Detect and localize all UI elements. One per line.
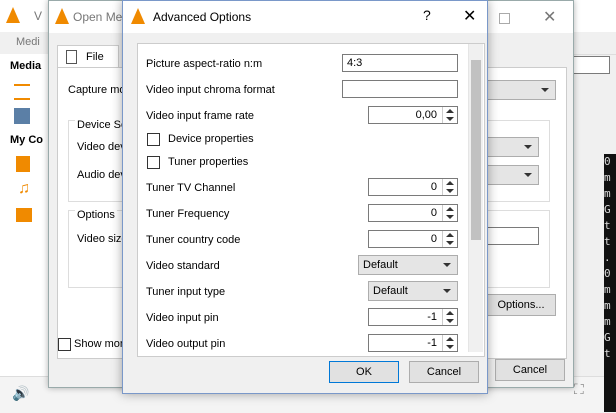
frame-rate-label: Video input frame rate <box>146 110 255 122</box>
vlc-right-text-field[interactable] <box>572 56 610 74</box>
frame-rate-spinbox[interactable]: 0,00 <box>368 106 458 124</box>
terminal-line: t <box>604 347 611 360</box>
spin-buttons[interactable] <box>442 179 457 195</box>
playlist-icon[interactable] <box>14 84 30 100</box>
aspect-ratio-label: Picture aspect-ratio n:m <box>146 58 263 70</box>
country-code-label: Tuner country code <box>146 234 241 246</box>
advanced-options-dialog: Advanced Options ? ✕ Picture aspect-rati… <box>122 0 488 394</box>
video-standard-select[interactable]: Default <box>358 255 458 275</box>
spin-buttons[interactable] <box>442 231 457 247</box>
terminal-line: m <box>604 299 611 312</box>
options-group-label: Options <box>75 209 117 221</box>
close-icon[interactable]: ✕ <box>543 7 556 27</box>
chevron-down-icon <box>443 263 451 267</box>
tv-channel-label: Tuner TV Channel <box>146 182 236 194</box>
music-icon[interactable]: ♫ <box>18 180 30 198</box>
aspect-ratio-field[interactable]: 4:3 <box>342 54 458 72</box>
spin-buttons[interactable] <box>442 205 457 221</box>
sidebar-heading-computer: My Co <box>10 134 43 146</box>
chevron-down-icon <box>443 289 451 293</box>
terminal-line: m <box>604 315 611 328</box>
country-code-spinbox[interactable]: 0 <box>368 230 458 248</box>
terminal-line: m <box>604 187 611 200</box>
video-output-pin-label: Video output pin <box>146 338 226 350</box>
terminal-line: m <box>604 171 611 184</box>
video-input-pin-spinbox[interactable]: -1 <box>368 308 458 326</box>
tuner-input-type-select[interactable]: Default <box>368 281 458 301</box>
vlc-cone-icon <box>55 8 69 24</box>
terminal-line: m <box>604 283 611 296</box>
spin-buttons[interactable] <box>442 107 457 123</box>
vlc-title: V <box>34 9 43 23</box>
terminal-line: . <box>604 251 611 264</box>
tuner-input-type-label: Tuner input type <box>146 286 226 298</box>
help-button[interactable]: ? <box>423 7 431 23</box>
close-button[interactable]: ✕ <box>463 6 476 26</box>
terminal-line: G <box>604 331 611 344</box>
scrollbar-thumb[interactable] <box>471 60 481 240</box>
volume-icon[interactable]: 🔊 <box>12 385 29 402</box>
spin-buttons[interactable] <box>442 335 457 351</box>
chroma-format-field[interactable] <box>342 80 458 98</box>
device-properties-checkbox[interactable] <box>147 133 160 146</box>
audio-device-label: Audio dev <box>77 169 126 181</box>
tuner-properties-checkbox[interactable] <box>147 156 160 169</box>
video-input-pin-label: Video input pin <box>146 312 219 324</box>
menu-media[interactable]: Medi <box>16 36 40 48</box>
pictures-icon[interactable] <box>16 208 32 222</box>
fullscreen-icon[interactable]: ⛶ <box>574 381 584 398</box>
show-more-checkbox[interactable] <box>58 338 71 351</box>
tv-channel-spinbox[interactable]: 0 <box>368 178 458 196</box>
vlc-cone-icon <box>131 8 145 24</box>
video-size-label: Video size <box>77 233 128 245</box>
terminal-line: G <box>604 203 611 216</box>
open-media-title: Open Me <box>73 10 123 24</box>
sidebar-heading-media: Media <box>10 60 42 72</box>
ok-button[interactable]: OK <box>329 361 399 383</box>
terminal-line: 0 <box>604 267 611 280</box>
advanced-options-button[interactable]: Options... <box>486 294 556 316</box>
maximize-icon[interactable] <box>499 13 510 24</box>
videos-icon[interactable] <box>16 156 30 172</box>
vlc-cone-icon <box>6 7 20 23</box>
terminal-line: 0 <box>604 155 611 168</box>
advanced-options-title: Advanced Options <box>153 10 252 24</box>
advanced-options-titlebar: Advanced Options ? ✕ <box>123 1 487 33</box>
terminal-line: t <box>604 219 611 232</box>
spin-buttons[interactable] <box>442 309 457 325</box>
advanced-options-panel: Picture aspect-ratio n:m 4:3 Video input… <box>137 43 485 357</box>
open-media-cancel-button[interactable]: Cancel <box>495 359 565 381</box>
file-icon <box>66 50 77 64</box>
tab-file[interactable]: File <box>57 45 119 68</box>
terminal-line: t <box>604 235 611 248</box>
tuner-frequency-spinbox[interactable]: 0 <box>368 204 458 222</box>
chroma-format-label: Video input chroma format <box>146 84 275 96</box>
tuner-properties-label: Tuner properties <box>168 156 249 168</box>
capture-mode-label: Capture mo <box>68 84 126 96</box>
vertical-scrollbar[interactable] <box>468 44 483 352</box>
media-library-icon[interactable] <box>14 108 30 124</box>
cancel-button[interactable]: Cancel <box>409 361 479 383</box>
tuner-frequency-label: Tuner Frequency <box>146 208 230 220</box>
video-output-pin-spinbox[interactable]: -1 <box>368 334 458 352</box>
terminal-window: 0mmGtt.0mmmGt <box>604 154 616 412</box>
video-device-label: Video dev <box>77 141 126 153</box>
tab-file-label: File <box>86 51 104 63</box>
capture-mode-select[interactable] <box>478 80 556 100</box>
video-standard-label: Video standard <box>146 260 220 272</box>
device-properties-label: Device properties <box>168 133 254 145</box>
